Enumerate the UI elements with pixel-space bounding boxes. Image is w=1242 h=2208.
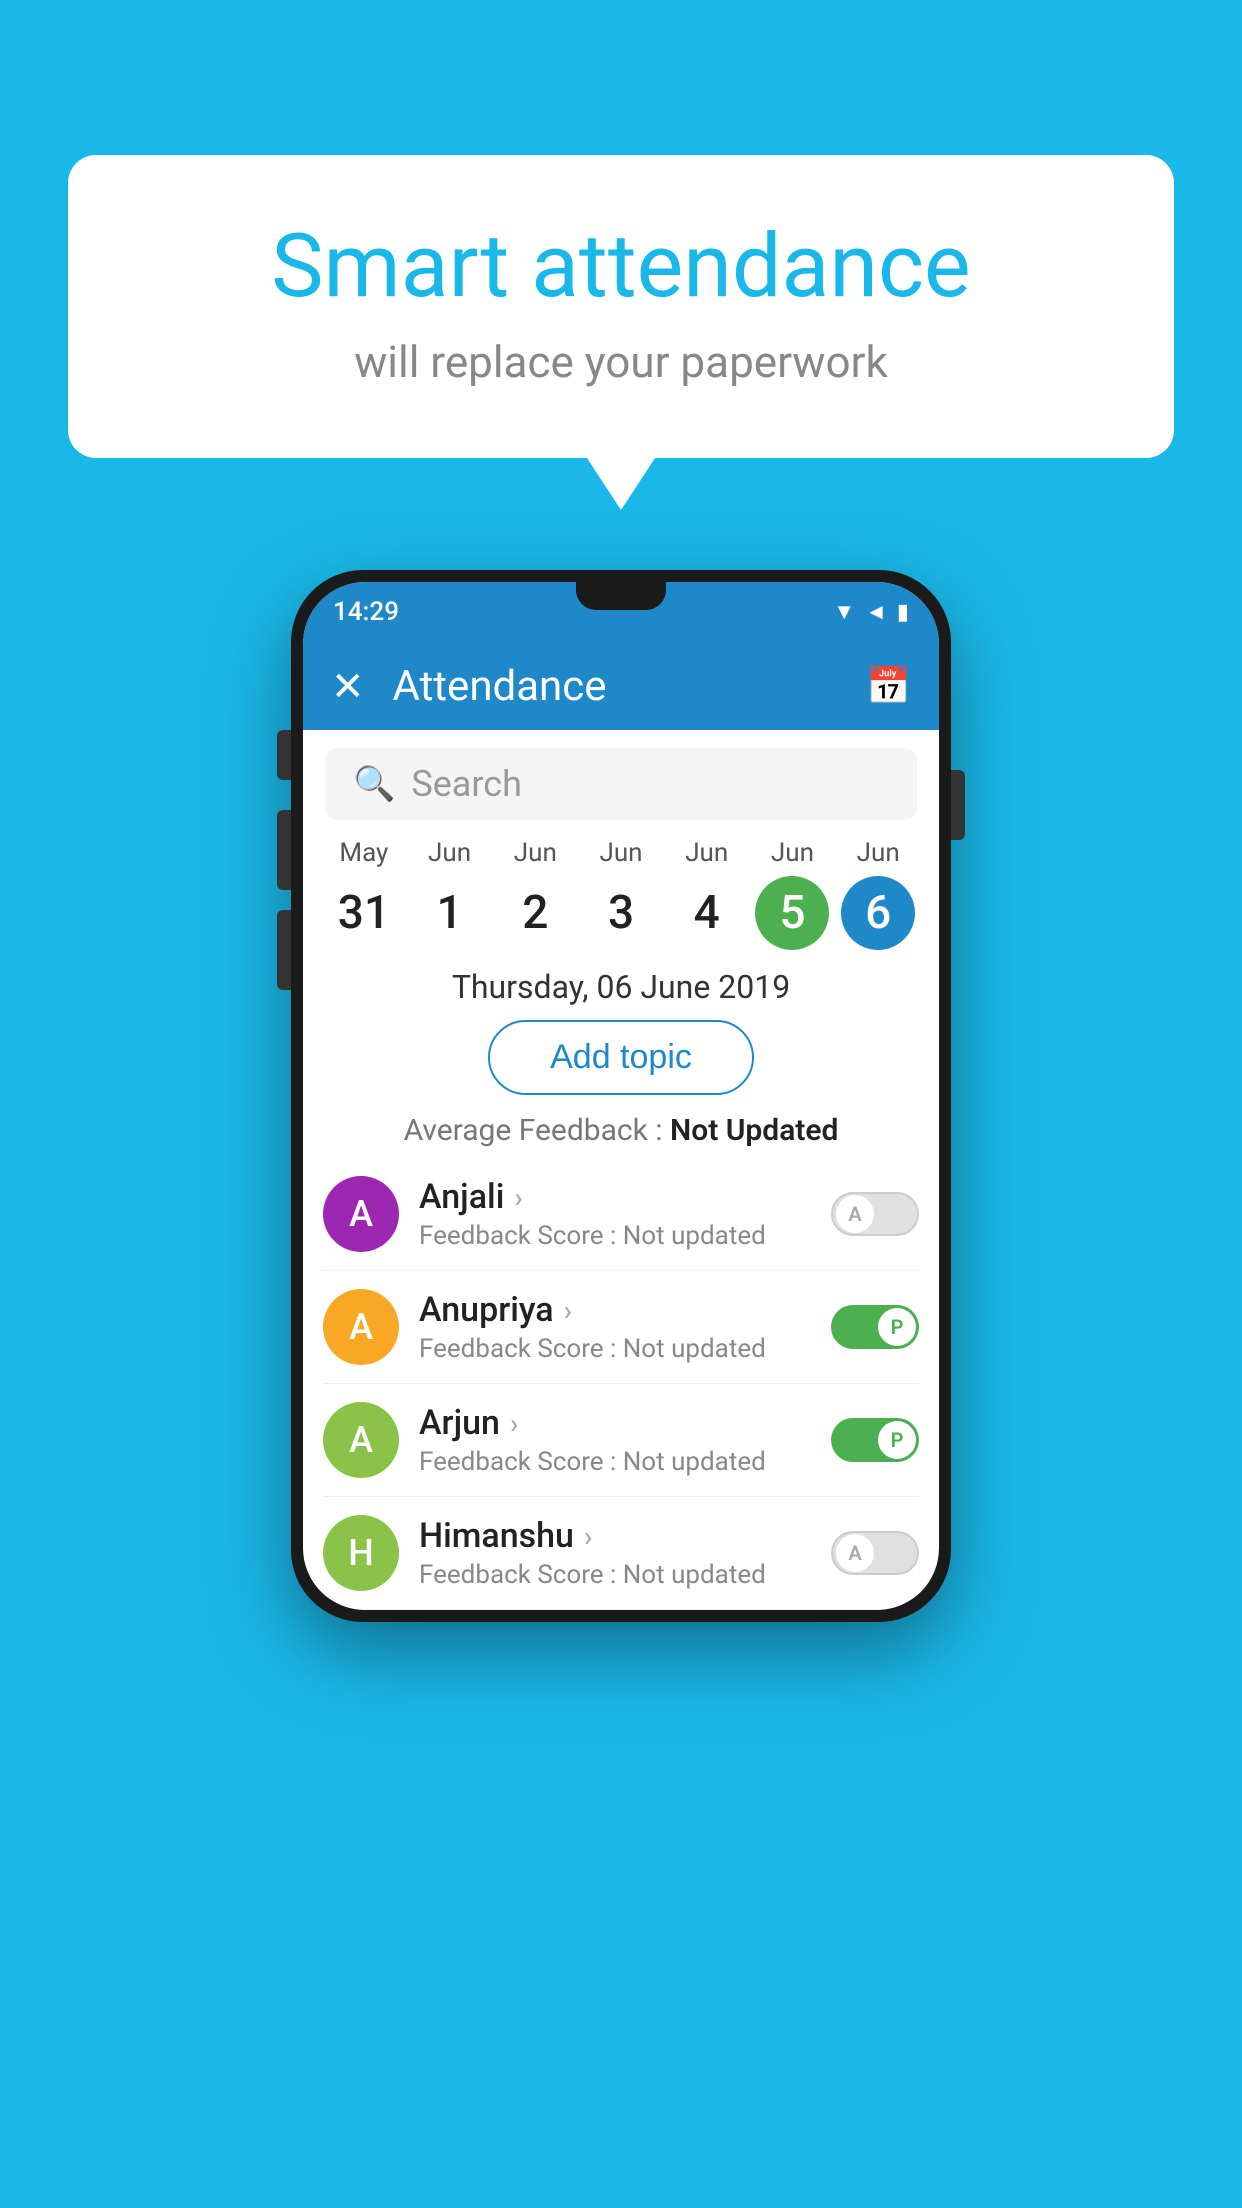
student-list: AAnjali›Feedback Score : Not updatedAAAn… (303, 1158, 939, 1610)
toggle-container-2[interactable]: P (831, 1418, 919, 1462)
app-bar-title: Attendance (393, 662, 867, 711)
day-num-4[interactable]: 4 (670, 876, 744, 950)
signal-icon: ◄ (865, 599, 887, 625)
silent-button (277, 730, 291, 780)
student-avatar-2: A (323, 1402, 399, 1478)
day-num-0[interactable]: 31 (327, 876, 401, 950)
toggle-container-3[interactable]: A (831, 1531, 919, 1575)
student-chevron-0: › (514, 1181, 522, 1214)
day-col-1[interactable]: Jun 1 (407, 838, 493, 950)
student-avatar-1: A (323, 1289, 399, 1365)
day-num-6[interactable]: 6 (841, 876, 915, 950)
toggle-knob-3: A (836, 1534, 874, 1572)
student-feedback-1: Feedback Score : Not updated (419, 1334, 811, 1364)
attendance-toggle-3[interactable]: A (831, 1531, 919, 1575)
day-col-6[interactable]: Jun 6 (835, 838, 921, 950)
day-col-2[interactable]: Jun 2 (492, 838, 578, 950)
toggle-knob-1: P (878, 1308, 916, 1346)
phone-wrapper: 14:29 ▼ ◄ ▮ ✕ Attendance 📅 🔍 Search Ma (291, 570, 951, 1622)
status-bar: 14:29 ▼ ◄ ▮ (303, 582, 939, 642)
day-col-0[interactable]: May 31 (321, 838, 407, 950)
search-placeholder: Search (411, 763, 522, 805)
student-feedback-2: Feedback Score : Not updated (419, 1447, 811, 1477)
battery-icon: ▮ (897, 600, 909, 625)
day-month-0: May (339, 838, 388, 868)
student-avatar-3: H (323, 1515, 399, 1591)
student-name-text-0: Anjali (419, 1177, 504, 1217)
speech-bubble-container: Smart attendance will replace your paper… (68, 155, 1174, 458)
search-icon: 🔍 (353, 764, 395, 804)
student-name-text-2: Arjun (419, 1403, 500, 1443)
speech-bubble: Smart attendance will replace your paper… (68, 155, 1174, 458)
day-num-2[interactable]: 2 (498, 876, 572, 950)
day-col-4[interactable]: Jun 4 (664, 838, 750, 950)
wifi-icon: ▼ (833, 599, 855, 625)
day-month-2: Jun (514, 838, 557, 868)
volume-up-button (277, 810, 291, 890)
day-month-1: Jun (428, 838, 471, 868)
close-button[interactable]: ✕ (331, 663, 365, 710)
student-item-2[interactable]: A Arjun › Feedback Score : Not updated P (323, 1384, 919, 1497)
add-topic-button[interactable]: Add topic (488, 1020, 754, 1095)
day-num-3[interactable]: 3 (584, 876, 658, 950)
toggle-knob-2: P (878, 1421, 916, 1459)
bubble-title: Smart attendance (148, 215, 1094, 318)
calendar-strip: May 31 Jun 1 Jun 2 Jun 3 Jun 4 Jun 5 Jun 6 (303, 838, 939, 950)
day-num-5[interactable]: 5 (755, 876, 829, 950)
student-name-0: Anjali › (419, 1177, 811, 1217)
status-icons: ▼ ◄ ▮ (833, 599, 909, 625)
toggle-knob-0: A (836, 1195, 874, 1233)
day-col-3[interactable]: Jun 3 (578, 838, 664, 950)
attendance-toggle-0[interactable]: A (831, 1192, 919, 1236)
day-month-4: Jun (685, 838, 728, 868)
bubble-subtitle: will replace your paperwork (148, 336, 1094, 388)
student-name-text-1: Anupriya (419, 1290, 554, 1330)
toggle-container-1[interactable]: P (831, 1305, 919, 1349)
app-bar: ✕ Attendance 📅 (303, 642, 939, 730)
day-month-5: Jun (771, 838, 814, 868)
volume-down-button (277, 910, 291, 990)
calendar-icon[interactable]: 📅 (866, 665, 911, 707)
selected-date: Thursday, 06 June 2019 (303, 968, 939, 1006)
average-feedback: Average Feedback : Not Updated (303, 1113, 939, 1148)
attendance-toggle-1[interactable]: P (831, 1305, 919, 1349)
student-chevron-3: › (584, 1520, 592, 1553)
student-name-2: Arjun › (419, 1403, 811, 1443)
student-info-0: Anjali › Feedback Score : Not updated (419, 1177, 811, 1251)
status-time: 14:29 (333, 597, 399, 627)
student-info-3: Himanshu › Feedback Score : Not updated (419, 1516, 811, 1590)
day-col-5[interactable]: Jun 5 (750, 838, 836, 950)
day-num-1[interactable]: 1 (413, 876, 487, 950)
student-chevron-2: › (510, 1407, 518, 1440)
student-feedback-0: Feedback Score : Not updated (419, 1221, 811, 1251)
day-month-6: Jun (857, 838, 900, 868)
search-bar[interactable]: 🔍 Search (325, 748, 917, 820)
day-month-3: Jun (599, 838, 642, 868)
student-info-1: Anupriya › Feedback Score : Not updated (419, 1290, 811, 1364)
student-item-3[interactable]: H Himanshu › Feedback Score : Not updated A (323, 1497, 919, 1610)
student-chevron-1: › (564, 1294, 572, 1327)
attendance-toggle-2[interactable]: P (831, 1418, 919, 1462)
student-avatar-0: A (323, 1176, 399, 1252)
student-feedback-3: Feedback Score : Not updated (419, 1560, 811, 1590)
phone-screen: 14:29 ▼ ◄ ▮ ✕ Attendance 📅 🔍 Search Ma (303, 582, 939, 1610)
student-item-0[interactable]: A Anjali › Feedback Score : Not updated A (323, 1158, 919, 1271)
student-item-1[interactable]: A Anupriya › Feedback Score : Not updated P (323, 1271, 919, 1384)
power-button (951, 770, 965, 840)
avg-feedback-label: Average Feedback : (404, 1113, 670, 1148)
phone-frame: 14:29 ▼ ◄ ▮ ✕ Attendance 📅 🔍 Search Ma (291, 570, 951, 1622)
student-info-2: Arjun › Feedback Score : Not updated (419, 1403, 811, 1477)
student-name-1: Anupriya › (419, 1290, 811, 1330)
student-name-text-3: Himanshu (419, 1516, 574, 1556)
toggle-container-0[interactable]: A (831, 1192, 919, 1236)
notch (576, 582, 666, 610)
avg-feedback-value: Not Updated (670, 1113, 838, 1148)
student-name-3: Himanshu › (419, 1516, 811, 1556)
